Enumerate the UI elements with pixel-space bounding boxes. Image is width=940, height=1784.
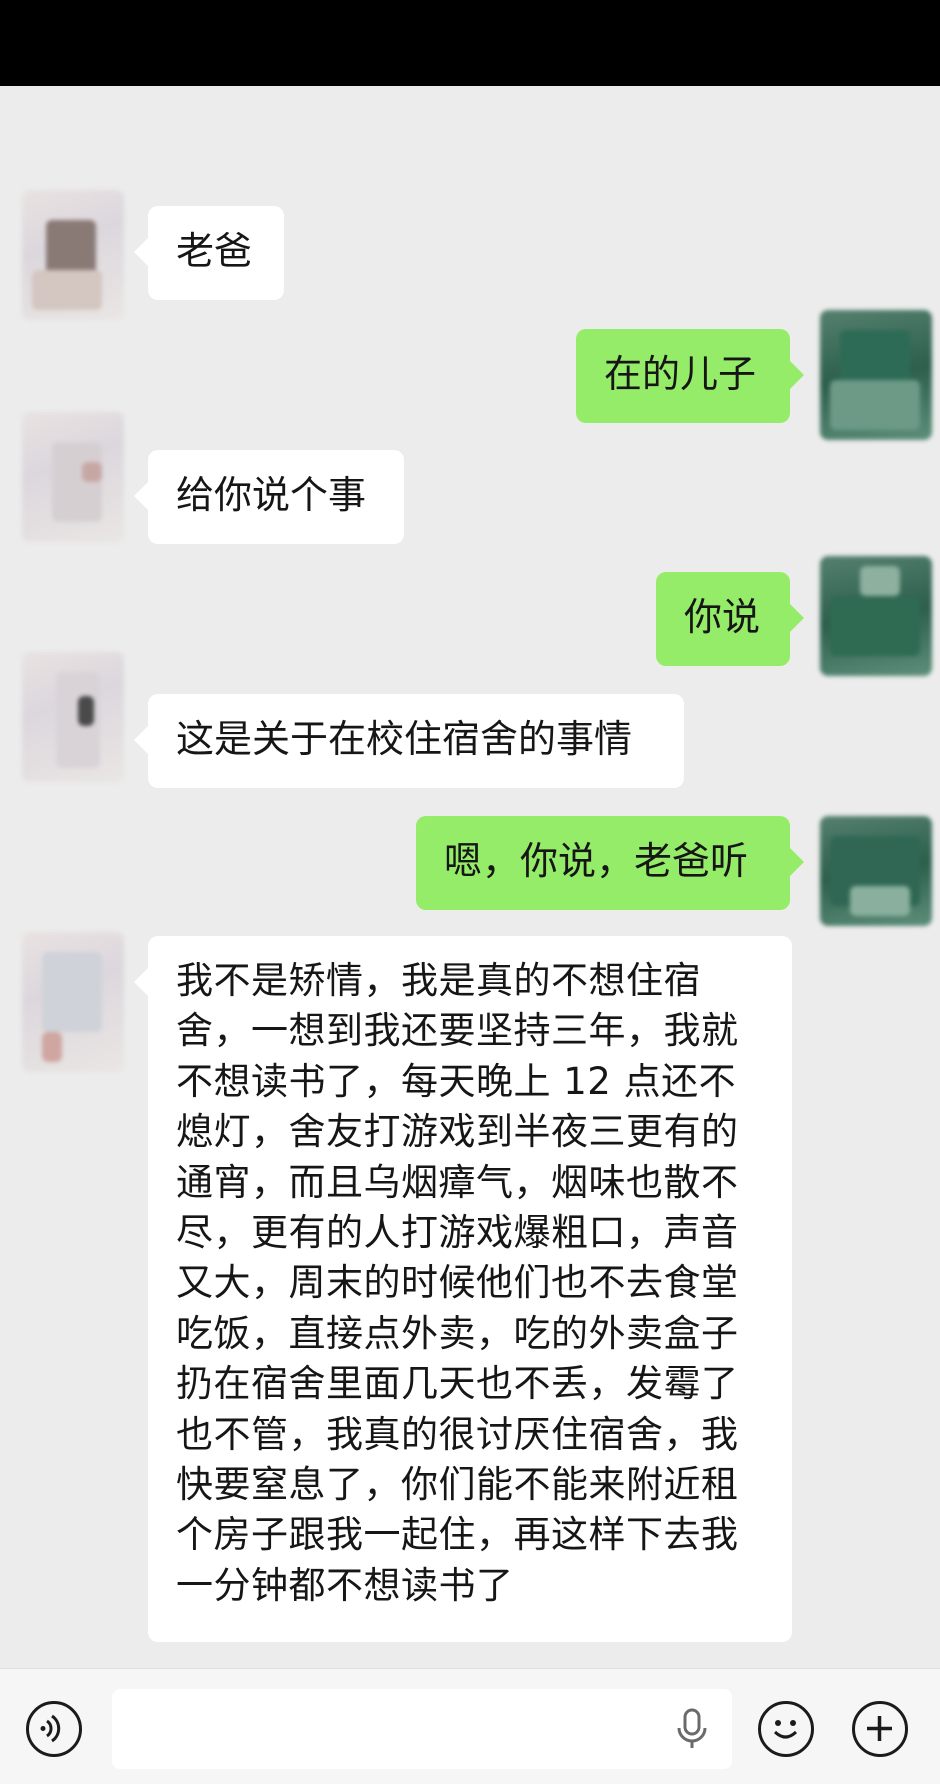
message-bubble-incoming[interactable]: 我不是矫情，我是真的不想住宿 舍，一想到我还要坚持三年，我就 不想读书了，每天晚… bbox=[134, 936, 792, 1642]
message-bubble-outgoing[interactable]: 在的儿子 bbox=[576, 329, 804, 423]
user-avatar[interactable] bbox=[820, 556, 932, 676]
message-text-line: 也不管，我真的很讨厌住宿舍，我 bbox=[176, 1412, 739, 1456]
message-text: 在的儿子 bbox=[604, 352, 757, 396]
input-toolbar bbox=[0, 1668, 940, 1784]
message-input[interactable] bbox=[112, 1689, 732, 1769]
emoji-icon[interactable] bbox=[758, 1701, 814, 1757]
message-list[interactable]: 老爸 在的儿子 给你说个事 你说 这是关于在校住宿舍的事情 嗯，你说，老爸听 我… bbox=[0, 86, 940, 1668]
contact-avatar[interactable] bbox=[22, 932, 124, 1072]
message-text-line: 舍，一想到我还要坚持三年，我就 bbox=[176, 1009, 739, 1053]
message-text-line: 扔在宿舍里面几天也不丢，发霉了 bbox=[176, 1362, 739, 1406]
message-text: 老爸 bbox=[176, 229, 253, 273]
plus-icon[interactable] bbox=[852, 1701, 908, 1757]
message-text: 给你说个事 bbox=[176, 473, 367, 517]
user-avatar[interactable] bbox=[820, 310, 932, 440]
message-text: 嗯，你说，老爸听 bbox=[444, 839, 749, 883]
voice-icon[interactable] bbox=[26, 1701, 82, 1757]
chat-screen: 老爸 在的儿子 给你说个事 你说 这是关于在校住宿舍的事情 嗯，你说，老爸听 我… bbox=[0, 0, 940, 1784]
message-bubble-incoming[interactable]: 这是关于在校住宿舍的事情 bbox=[134, 694, 684, 788]
message-text-line: 一分钟都不想读书了 bbox=[176, 1563, 514, 1607]
contact-avatar[interactable] bbox=[22, 652, 124, 782]
message-text-line: 我不是矫情，我是真的不想住宿 bbox=[176, 959, 701, 1002]
message-bubble-outgoing[interactable]: 你说 bbox=[656, 572, 804, 666]
message-bubble-incoming[interactable]: 给你说个事 bbox=[134, 450, 404, 544]
message-text-line: 快要窒息了，你们能不能来附近租 bbox=[176, 1463, 739, 1507]
message-text-line: 又大，周末的时候他们也不去食堂 bbox=[176, 1261, 739, 1305]
contact-avatar[interactable] bbox=[22, 412, 124, 542]
message-bubble-outgoing[interactable]: 嗯，你说，老爸听 bbox=[416, 816, 804, 910]
microphone-icon[interactable] bbox=[672, 1707, 712, 1751]
message-bubble-incoming[interactable]: 老爸 bbox=[134, 206, 284, 300]
status-bar bbox=[0, 0, 940, 86]
message-text-line: 个房子跟我一起住，再这样下去我 bbox=[176, 1513, 739, 1557]
message-text-line: 通宵，而且乌烟瘴气，烟味也散不 bbox=[176, 1160, 739, 1204]
message-text-line: 不想读书了，每天晚上 12 点还不 bbox=[176, 1059, 737, 1103]
message-text-line: 尽，更有的人打游戏爆粗口，声音 bbox=[176, 1211, 739, 1255]
contact-avatar[interactable] bbox=[22, 190, 124, 320]
message-text-line: 吃饭，直接点外卖，吃的外卖盒子 bbox=[176, 1311, 739, 1355]
user-avatar[interactable] bbox=[820, 816, 932, 926]
message-text: 你说 bbox=[684, 595, 761, 639]
message-text-line: 熄灯，舍友打游戏到半夜三更有的 bbox=[176, 1110, 739, 1154]
message-text: 这是关于在校住宿舍的事情 bbox=[176, 717, 633, 761]
